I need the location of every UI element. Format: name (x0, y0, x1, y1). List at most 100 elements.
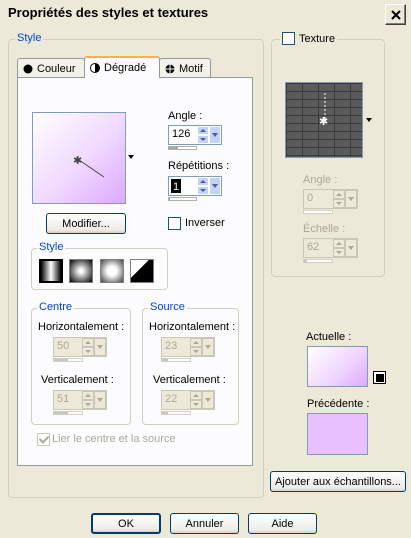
texture-angle-label: Angle : (303, 174, 338, 186)
centre-vertical-value: 51 (57, 393, 70, 405)
repetitions-spinner[interactable] (197, 177, 209, 195)
tab-couleur[interactable]: Couleur (17, 58, 85, 78)
cancel-button[interactable]: Annuler (170, 513, 239, 534)
source-horizontal-label: Horizontalement : (149, 321, 236, 333)
gradient-dropdown-arrow[interactable] (128, 155, 134, 159)
rectangular-gradient-icon (70, 260, 92, 282)
texture-angle-input[interactable]: 0 (303, 189, 358, 209)
texture-angle-dropdown (345, 190, 357, 208)
repetitions-dropdown[interactable] (209, 177, 221, 195)
centre-vertical-slider (53, 411, 83, 415)
window-title: Propriétés des styles et textures (8, 5, 209, 20)
texture-angle-slider (303, 210, 333, 214)
link-center-source-label: Lier le centre et la source (52, 433, 176, 445)
centre-vertical-input[interactable]: 51 (53, 390, 107, 410)
sunburst-style-button[interactable] (100, 259, 124, 283)
modify-button[interactable]: Modifier... (46, 213, 126, 234)
previous-label: Précédente : (307, 398, 370, 410)
texture-scale-input[interactable]: 62 (303, 238, 358, 258)
texture-angle-value: 0 (307, 192, 314, 204)
repetitions-slider[interactable] (168, 197, 197, 201)
centre-horizontal-input[interactable]: 50 (53, 337, 107, 357)
angle-slider[interactable] (168, 146, 197, 150)
texture-scale-spinner (333, 239, 345, 257)
texture-scale-slider (303, 259, 333, 263)
source-horizontal-spinner (190, 338, 202, 356)
centre-vertical-slider-fill (54, 412, 69, 414)
texture-header: Texture (280, 32, 338, 45)
texture-scale-value: 62 (307, 241, 320, 253)
svg-text:✱: ✱ (73, 154, 82, 167)
texture-dropdown-arrow[interactable] (366, 118, 372, 122)
texture-angle-indicator: ✱ (319, 93, 328, 128)
centre-horizontal-dropdown (94, 338, 106, 356)
tab-degrade[interactable]: Dégradé (84, 56, 160, 78)
half-circle-icon (90, 63, 100, 73)
centre-horizontal-label: Horizontalement : (38, 321, 125, 333)
repetitions-value: 1 (171, 179, 182, 193)
invert-label: Inverser (185, 217, 225, 229)
close-icon (391, 10, 401, 20)
source-vertical-spinner (190, 391, 202, 409)
centre-horizontal-slider (53, 358, 83, 362)
svg-text:✱: ✱ (319, 115, 328, 128)
source-horizontal-slider-fill (162, 359, 169, 361)
swap-icon[interactable] (373, 371, 386, 384)
tab-couleur-label: Couleur (37, 62, 76, 75)
linear-gradient-icon (41, 261, 61, 281)
ok-button[interactable]: OK (91, 513, 161, 534)
radial-gradient-icon (131, 260, 153, 282)
source-horizontal-input[interactable]: 23 (161, 337, 215, 357)
radial-style-button[interactable] (130, 259, 154, 283)
texture-angle-spinner (333, 190, 345, 208)
source-vertical-slider (161, 411, 191, 415)
gradient-preview[interactable]: ✱ (32, 112, 126, 204)
source-label: Source (148, 301, 187, 313)
add-to-swatches-button[interactable]: Ajouter aux échantillons... (270, 471, 406, 492)
previous-swatch[interactable] (307, 413, 368, 455)
angle-slider-fill (169, 147, 179, 149)
help-button[interactable]: Aide (248, 513, 317, 534)
centre-label: Centre (37, 301, 75, 313)
source-vertical-label: Verticalement : (153, 374, 226, 386)
centre-horizontal-slider-fill (54, 359, 68, 361)
current-swatch[interactable] (307, 346, 368, 387)
source-vertical-dropdown (202, 391, 214, 409)
close-button[interactable] (385, 4, 406, 25)
texture-scale-dropdown (345, 239, 357, 257)
gradient-angle-indicator: ✱ (73, 154, 105, 178)
centre-vertical-spinner (82, 391, 94, 409)
source-vertical-slider-fill (162, 412, 169, 414)
source-vertical-value: 22 (165, 393, 178, 405)
repetitions-label: Répétitions : (168, 160, 230, 172)
source-vertical-input[interactable]: 22 (161, 390, 215, 410)
centre-vertical-label: Verticalement : (41, 374, 114, 386)
texture-checkbox[interactable] (282, 32, 295, 45)
source-horizontal-slider (161, 358, 191, 362)
tab-degrade-label: Dégradé (104, 62, 147, 74)
gradient-style-label: Style (37, 241, 66, 253)
texture-scale-label: Échelle : (303, 223, 346, 235)
linear-style-button[interactable] (39, 259, 63, 283)
tab-motif-label: Motif (179, 62, 203, 75)
repetitions-slider-fill (169, 198, 171, 200)
pattern-icon (165, 63, 175, 74)
centre-horizontal-spinner (82, 338, 94, 356)
tab-motif[interactable]: Motif (159, 58, 211, 78)
invert-checkbox[interactable] (168, 217, 181, 230)
angle-spinner[interactable] (197, 126, 209, 144)
rectangular-style-button[interactable] (69, 259, 93, 283)
centre-horizontal-value: 50 (57, 340, 70, 352)
repetitions-input[interactable]: 1 (168, 176, 222, 196)
angle-label: Angle : (168, 110, 203, 122)
texture-preview[interactable]: ✱ (285, 82, 363, 158)
texture-label: Texture (299, 32, 336, 45)
angle-value: 126 (172, 128, 191, 140)
angle-dropdown[interactable] (209, 126, 221, 144)
source-horizontal-value: 23 (165, 340, 178, 352)
centre-vertical-dropdown (94, 391, 106, 409)
angle-input[interactable]: 126 (168, 125, 222, 145)
link-center-source-checkbox[interactable] (37, 433, 50, 446)
sunburst-gradient-icon (101, 260, 123, 282)
current-label: Actuelle : (306, 331, 352, 343)
